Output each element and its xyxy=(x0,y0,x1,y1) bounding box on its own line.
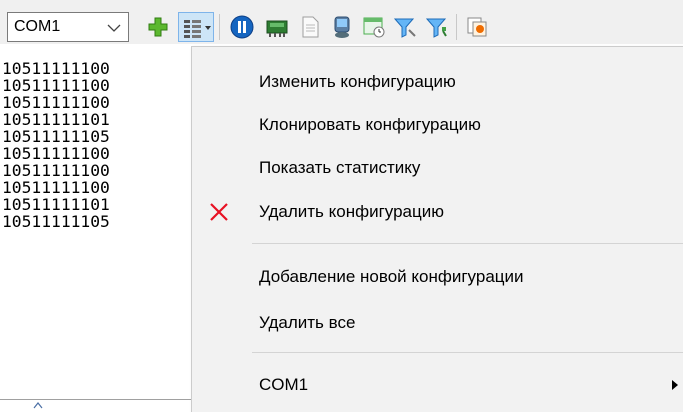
config-menu-button[interactable] xyxy=(178,12,214,42)
export-icon xyxy=(467,17,487,37)
menu-item-delete-all[interactable]: Удалить все xyxy=(192,306,683,340)
menu-item-label: Показать статистику xyxy=(259,158,421,177)
menu-separator xyxy=(252,352,683,353)
data-list[interactable]: 10511111100 10511111100 10511111100 1051… xyxy=(0,54,205,412)
list-item[interactable]: 10511111100 xyxy=(2,162,110,179)
delete-x-icon xyxy=(210,203,228,221)
chevron-up-icon xyxy=(33,402,43,409)
port-select[interactable]: COM1 xyxy=(7,12,129,42)
config-menu-icon xyxy=(184,20,211,38)
list-item[interactable]: 10511111100 xyxy=(2,60,110,77)
menu-item-edit-config[interactable]: Изменить конфигурацию xyxy=(192,65,683,99)
menu-item-label: Добавление новой конфигурации xyxy=(259,267,524,286)
toolbar: COM1 xyxy=(0,0,683,44)
list-item[interactable]: 10511111101 xyxy=(2,196,110,213)
filter-add-icon xyxy=(425,18,447,38)
menu-separator xyxy=(252,243,683,244)
list-item[interactable]: 10511111100 xyxy=(2,94,110,111)
export-button[interactable] xyxy=(462,12,492,42)
menu-item-label: COM1 xyxy=(259,375,309,394)
menu-item-label: Удалить конфигурацию xyxy=(259,202,444,221)
list-item[interactable]: 10511111105 xyxy=(2,213,110,230)
menu-item-clone-config[interactable]: Клонировать конфигурацию xyxy=(192,108,683,142)
filter-button[interactable] xyxy=(390,12,420,42)
list-item[interactable]: 10511111100 xyxy=(2,145,110,162)
add-button[interactable] xyxy=(143,12,173,42)
schedule-icon xyxy=(363,17,385,38)
add-icon xyxy=(148,17,168,37)
device-icon xyxy=(266,20,288,37)
device-button[interactable] xyxy=(262,12,292,42)
list-item[interactable]: 10511111101 xyxy=(2,111,110,128)
monitor-icon xyxy=(334,16,350,38)
toolbar-separator xyxy=(219,14,220,40)
list-item[interactable]: 10511111100 xyxy=(2,77,110,94)
menu-item-delete-config[interactable]: Удалить конфигурацию xyxy=(192,195,683,229)
document-icon xyxy=(302,16,319,38)
submenu-arrow-icon xyxy=(672,380,678,390)
chevron-down-icon xyxy=(107,24,121,32)
list-item[interactable]: 10511111105 xyxy=(2,128,110,145)
document-button[interactable] xyxy=(295,12,325,42)
filter-add-button[interactable] xyxy=(422,12,452,42)
schedule-button[interactable] xyxy=(359,12,389,42)
menu-item-show-stats[interactable]: Показать статистику xyxy=(192,151,683,185)
toolbar-separator xyxy=(456,14,457,40)
pause-icon xyxy=(230,15,254,39)
list-item[interactable]: 10511111100 xyxy=(2,179,110,196)
filter-icon xyxy=(393,18,416,38)
context-menu: Изменить конфигурацию Клонировать конфиг… xyxy=(191,46,683,412)
pause-button[interactable] xyxy=(227,12,257,42)
menu-item-add-config[interactable]: Добавление новой конфигурации xyxy=(192,260,683,294)
menu-item-com-submenu[interactable]: COM1 xyxy=(192,368,683,402)
port-select-value: COM1 xyxy=(14,18,61,35)
list-divider xyxy=(0,399,205,400)
menu-item-label: Клонировать конфигурацию xyxy=(259,115,481,134)
menu-item-label: Удалить все xyxy=(259,313,356,332)
monitor-button[interactable] xyxy=(327,12,357,42)
menu-item-label: Изменить конфигурацию xyxy=(259,72,456,91)
